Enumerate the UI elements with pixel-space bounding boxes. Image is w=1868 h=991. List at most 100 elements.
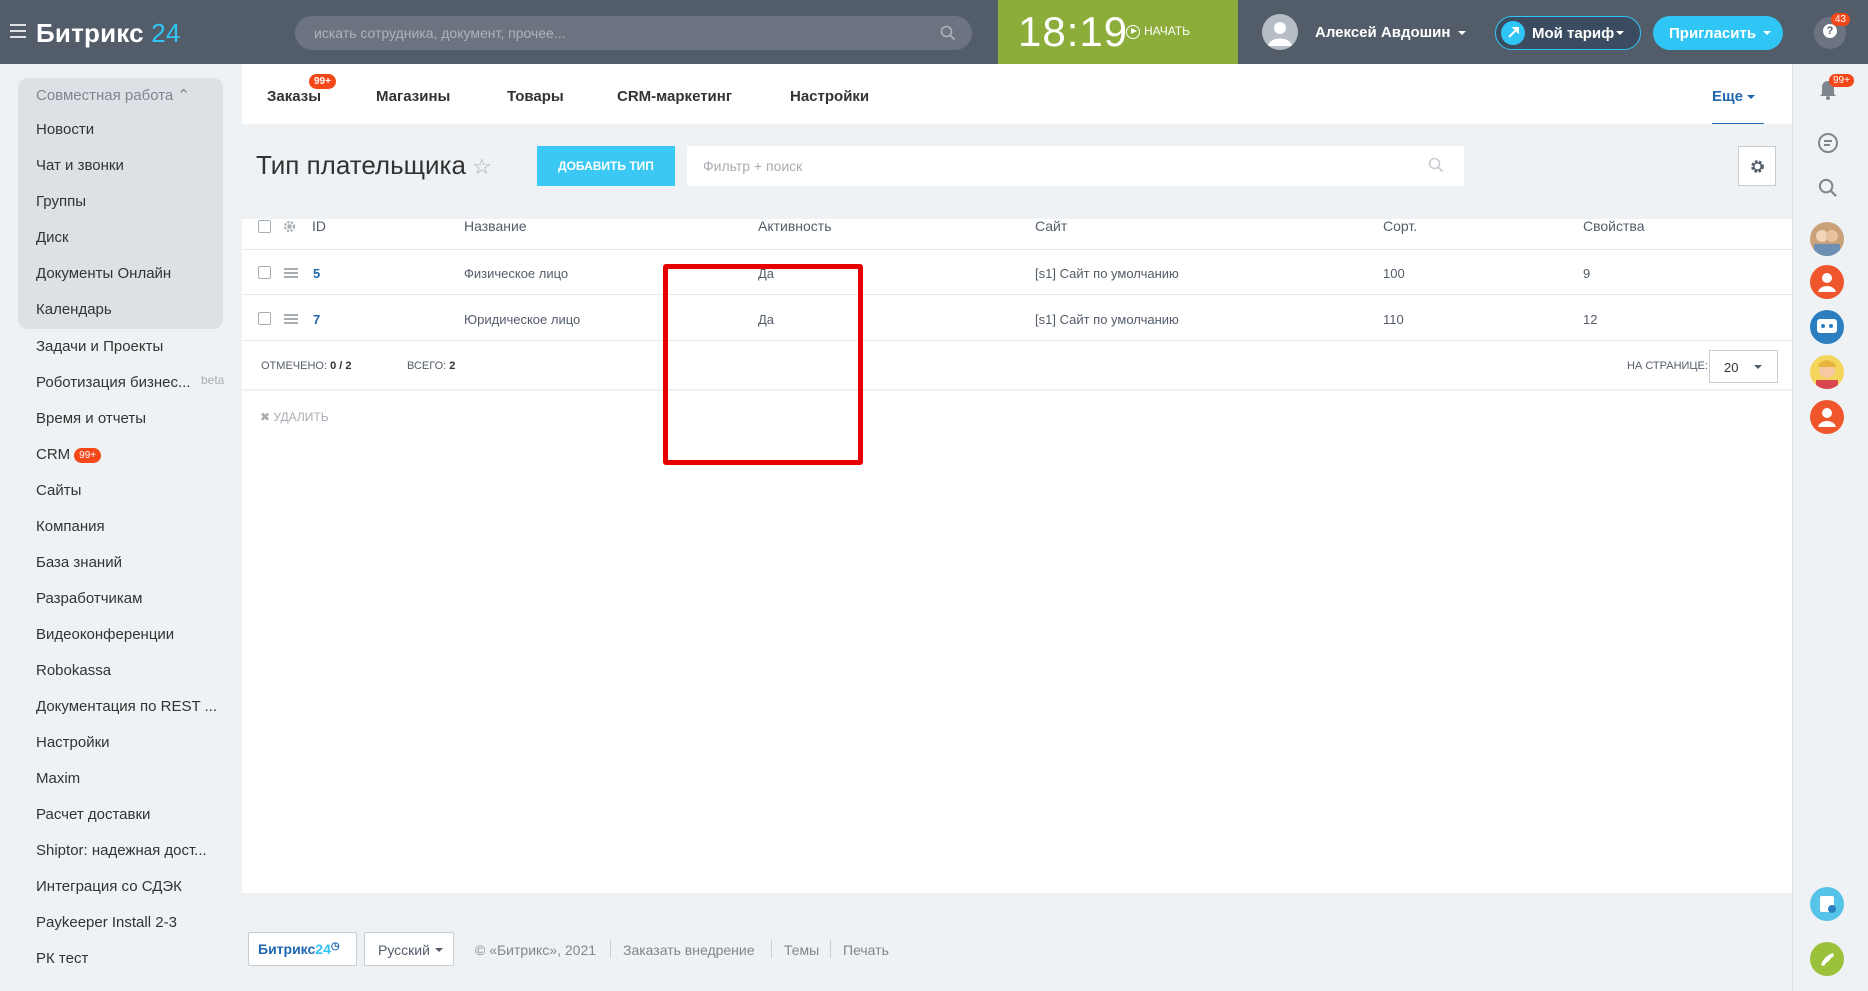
footer-logo[interactable]: Битрикс24◷ — [248, 932, 357, 966]
user-menu[interactable]: Алексей Авдошин — [1315, 24, 1467, 41]
start-day-button[interactable]: НАЧАТЬ — [1126, 24, 1190, 39]
sidebar-item-settings[interactable]: Настройки — [36, 734, 110, 751]
beta-label: beta — [201, 373, 225, 387]
main-content: Заказы 99+ Магазины Товары CRM-маркетинг … — [242, 64, 1792, 893]
add-type-button[interactable]: ДОБАВИТЬ ТИП — [537, 146, 675, 186]
sidebar-item-rk-test[interactable]: РК тест — [36, 950, 88, 967]
column-header-id[interactable]: ID — [312, 218, 326, 234]
sidebar-item-developers[interactable]: Разработчикам — [36, 590, 142, 607]
column-header-name[interactable]: Название — [464, 218, 527, 234]
search-icon[interactable] — [1818, 178, 1838, 203]
screen-share-icon[interactable] — [1810, 887, 1844, 921]
group-chat-icon[interactable] — [1810, 310, 1844, 344]
search-icon[interactable] — [1428, 157, 1444, 178]
phone-icon[interactable] — [1810, 942, 1844, 976]
work-day-clock[interactable]: 18:19 НАЧАТЬ — [998, 0, 1238, 64]
crm-badge: 99+ — [74, 447, 102, 463]
per-page-label: НА СТРАНИЦЕ: — [1627, 360, 1708, 372]
themes-link[interactable]: Темы — [784, 942, 819, 958]
tab-orders[interactable]: Заказы 99+ — [267, 74, 336, 105]
invite-button[interactable]: Пригласить — [1653, 16, 1783, 50]
avatar[interactable] — [1810, 265, 1844, 299]
column-header-site[interactable]: Сайт — [1035, 218, 1067, 234]
highlight-annotation — [663, 264, 863, 465]
row-id-link[interactable]: 5 — [313, 266, 320, 281]
row-site: [s1] Сайт по умолчанию — [1035, 312, 1179, 327]
row-name: Юридическое лицо — [464, 312, 581, 327]
sidebar-item-robokassa[interactable]: Robokassa — [36, 662, 111, 679]
sidebar-item-company[interactable]: Компания — [36, 518, 105, 535]
chat-icon[interactable] — [1816, 131, 1840, 160]
settings-button[interactable] — [1738, 146, 1776, 186]
search-icon[interactable] — [940, 25, 956, 46]
sidebar-item-calendar[interactable]: Календарь — [36, 301, 112, 318]
sidebar-group-header[interactable]: Совместная работа ⌃ — [36, 86, 190, 104]
drag-handle-icon[interactable] — [284, 268, 298, 280]
sidebar-item-news[interactable]: Новости — [36, 121, 94, 138]
sidebar-item-groups[interactable]: Группы — [36, 193, 86, 210]
chevron-down-icon — [1458, 31, 1467, 36]
tab-products[interactable]: Товары — [507, 88, 564, 105]
gear-icon[interactable] — [282, 219, 297, 239]
rocket-icon — [1501, 21, 1525, 45]
question-icon: ? — [1823, 24, 1837, 38]
sidebar-item-documents[interactable]: Документы Онлайн — [36, 265, 171, 282]
avatar[interactable] — [1810, 222, 1844, 256]
sidebar-item-tasks[interactable]: Задачи и Проекты — [36, 338, 163, 355]
select-all-checkbox[interactable] — [258, 220, 271, 233]
sidebar-item-rest-docs[interactable]: Документация по REST ... — [36, 698, 217, 715]
sidebar-item-crm[interactable]: CRM 99+ — [36, 446, 102, 463]
row-sort: 110 — [1383, 312, 1404, 327]
divider — [242, 389, 1792, 391]
sidebar-item-disk[interactable]: Диск — [36, 229, 69, 246]
logo[interactable]: Битрикс 24 — [36, 18, 181, 49]
divider — [771, 940, 772, 958]
top-bar: Битрикс 24 искать сотрудника, документ, … — [0, 0, 1868, 64]
column-header-active[interactable]: Активность — [758, 218, 832, 234]
sidebar-item-delivery-calc[interactable]: Расчет доставки — [36, 806, 150, 823]
notifications-badge: 99+ — [1829, 74, 1854, 87]
filter-search-input[interactable]: Фильтр + поиск — [687, 146, 1464, 186]
sidebar-item-sites[interactable]: Сайты — [36, 482, 81, 499]
tab-crm-marketing[interactable]: CRM-маркетинг — [617, 88, 732, 105]
tabs-bar: Заказы 99+ Магазины Товары CRM-маркетинг … — [242, 64, 1792, 125]
help-button[interactable]: ? 43 — [1814, 13, 1850, 49]
sidebar-item-shiptor[interactable]: Shiptor: надежная дост... — [36, 842, 207, 859]
divider — [610, 940, 611, 958]
sidebar-item-automation[interactable]: Роботизация бизнес... — [36, 374, 191, 391]
row-checkbox[interactable] — [258, 312, 271, 325]
sidebar-item-cdek[interactable]: Интеграция со СДЭК — [36, 878, 182, 895]
avatar[interactable] — [1810, 355, 1844, 389]
drag-handle-icon[interactable] — [284, 314, 298, 326]
tab-settings[interactable]: Настройки — [790, 88, 869, 105]
sidebar-item-video[interactable]: Видеоконференции — [36, 626, 174, 643]
language-select[interactable]: Русский — [364, 932, 454, 966]
search-placeholder: искать сотрудника, документ, прочее... — [314, 25, 566, 41]
chevron-down-icon — [1754, 365, 1762, 369]
column-header-properties[interactable]: Свойства — [1583, 218, 1644, 234]
per-page-select[interactable]: 20 — [1709, 350, 1778, 383]
row-checkbox[interactable] — [258, 266, 271, 279]
menu-icon[interactable] — [10, 24, 26, 38]
my-tariff-button[interactable]: Мой тариф — [1495, 16, 1641, 50]
avatar[interactable] — [1810, 400, 1844, 434]
sidebar-item-paykeeper[interactable]: Paykeeper Install 2-3 — [36, 914, 177, 931]
sidebar-item-chat[interactable]: Чат и звонки — [36, 157, 124, 174]
help-badge: 43 — [1830, 13, 1850, 26]
sidebar-item-maxim[interactable]: Maxim — [36, 770, 80, 787]
order-implementation-link[interactable]: Заказать внедрение — [623, 942, 755, 958]
left-sidebar: Совместная работа ⌃ Новости Чат и звонки… — [0, 64, 236, 991]
tab-more[interactable]: Еще — [1712, 88, 1756, 105]
sidebar-item-knowledge[interactable]: База знаний — [36, 554, 122, 571]
user-avatar[interactable] — [1262, 14, 1298, 50]
star-icon[interactable]: ☆ — [472, 154, 492, 180]
close-icon: ✖ — [260, 410, 271, 424]
sidebar-item-time[interactable]: Время и отчеты — [36, 410, 146, 427]
row-id-link[interactable]: 7 — [313, 312, 320, 327]
tab-stores[interactable]: Магазины — [376, 88, 450, 105]
column-header-sort[interactable]: Сорт. — [1383, 218, 1417, 234]
row-properties: 12 — [1583, 312, 1598, 327]
print-link[interactable]: Печать — [843, 942, 889, 958]
search-input[interactable]: искать сотрудника, документ, прочее... — [295, 16, 972, 50]
delete-button[interactable]: ✖ УДАЛИТЬ — [260, 410, 329, 424]
